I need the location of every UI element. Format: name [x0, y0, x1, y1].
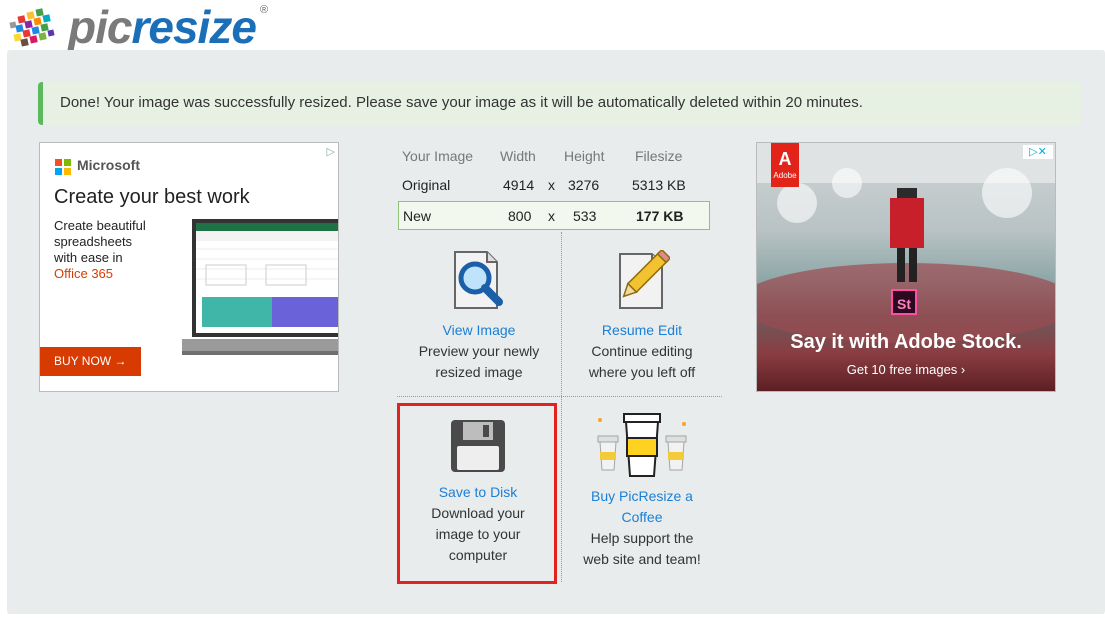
microsoft-ad[interactable]: ▷ Microsoft Create your best work Create… — [39, 142, 339, 392]
save-highlight-box — [397, 403, 557, 584]
ad-body-line: spreadsheets — [54, 234, 133, 249]
view-image-action[interactable]: View Image Preview your newly resized im… — [398, 250, 560, 383]
resume-edit-desc: where you left off — [588, 364, 696, 380]
grid-divider-horizontal — [397, 396, 722, 397]
row-label: Original — [402, 177, 451, 193]
buy-coffee-desc: web site and team! — [583, 551, 701, 567]
header-filesize: Filesize — [635, 148, 683, 164]
buy-coffee-link[interactable]: Buy PicResize a — [562, 486, 722, 507]
ad-subline[interactable]: Get 10 free images › — [757, 362, 1055, 377]
buy-coffee-action[interactable]: Buy PicResize a Coffee Help support the … — [562, 412, 722, 570]
resume-edit-link[interactable]: Resume Edit — [562, 320, 722, 341]
success-alert: Done! Your image was successfully resize… — [38, 82, 1081, 125]
row-height: 3276 — [568, 177, 600, 193]
row-height: 533 — [573, 208, 597, 224]
row-x: x — [548, 177, 555, 193]
header-height: Height — [564, 148, 605, 164]
ad-choices-icon[interactable]: ▷ — [327, 145, 335, 158]
row-filesize: 177 KB — [636, 208, 684, 224]
site-logo[interactable]: picresize ® — [8, 1, 278, 53]
adobe-logo-icon: A Adobe — [771, 143, 799, 187]
row-label: New — [403, 208, 432, 224]
ad-body-line: Create beautiful — [54, 218, 146, 233]
adobe-stock-icon: St — [891, 289, 917, 315]
microsoft-logo-icon — [55, 159, 71, 175]
ad-body: Create beautiful spreadsheets with ease … — [54, 218, 164, 282]
ad-body-line: with ease in — [54, 250, 123, 265]
table-header-row: Your Image Width Height Filesize — [396, 142, 714, 170]
row-width: 800 — [508, 208, 532, 224]
buy-coffee-link[interactable]: Coffee — [562, 507, 722, 528]
ad-brand: Microsoft — [77, 157, 140, 173]
laptop-image — [182, 219, 338, 355]
resume-edit-action[interactable]: Resume Edit Continue editing where you l… — [562, 250, 722, 383]
row-x: x — [548, 208, 555, 224]
ad-headline: Say it with Adobe Stock. — [790, 331, 1022, 353]
table-row-original: Original 4914 x 3276 5313 KB — [396, 171, 714, 199]
ad-close-icon[interactable]: ▷✕ — [1023, 145, 1053, 159]
ad-photo — [757, 143, 1055, 343]
view-image-link[interactable]: View Image — [398, 320, 560, 341]
view-image-desc: resized image — [435, 364, 523, 380]
view-image-desc: Preview your newly — [418, 343, 540, 359]
header-your-image: Your Image — [402, 148, 474, 164]
logo-mosaic-icon — [9, 8, 55, 47]
magnifier-icon — [454, 251, 503, 309]
ad-highlight: Office 365 — [54, 266, 114, 281]
row-width: 4914 — [503, 177, 535, 193]
row-filesize: 5313 KB — [632, 177, 686, 193]
table-row-new: New 800 x 533 177 KB — [398, 201, 710, 230]
header-width: Width — [500, 148, 536, 164]
resume-edit-desc: Continue editing — [591, 343, 693, 359]
coffee-cups-icon — [597, 413, 687, 477]
registered-mark: ® — [260, 4, 269, 16]
adobe-stock-ad[interactable]: A Adobe ▷✕ St Say it with Adobe Stock. Ge… — [756, 142, 1056, 392]
ad-headline: Create your best work — [54, 186, 250, 208]
buy-coffee-desc: Help support the — [590, 530, 694, 546]
pencil-icon — [619, 250, 670, 309]
alert-message: Done! Your image was successfully resize… — [60, 94, 863, 111]
buy-now-button[interactable]: BUY NOW → — [40, 347, 141, 376]
logo-wordmark: picresize — [68, 1, 257, 53]
